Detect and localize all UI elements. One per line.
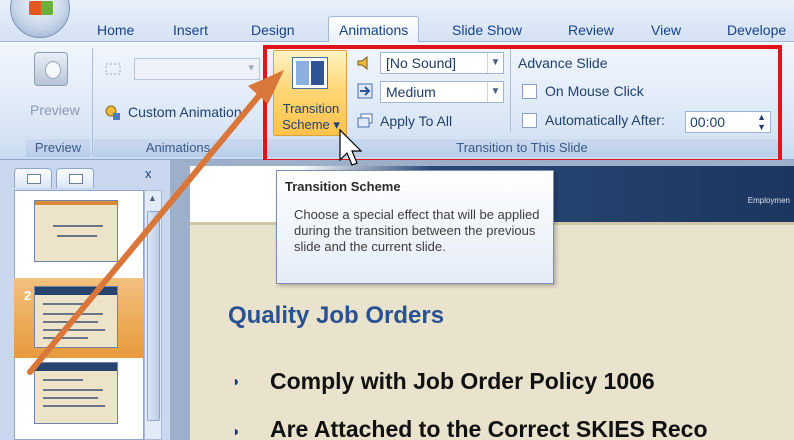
slide-bullet-1: Comply with Job Order Policy 1006 [270, 368, 655, 394]
ribbon-tab-bar: Home Insert Design Animations Slide Show… [0, 0, 794, 43]
scrollbar-thumb[interactable] [147, 211, 160, 421]
animate-dropdown[interactable] [134, 58, 260, 80]
preview-group-label: Preview [26, 139, 90, 157]
tab-outline[interactable] [56, 168, 94, 188]
tab-developer[interactable]: Develope [727, 18, 786, 42]
tab-review[interactable]: Review [568, 18, 614, 42]
tab-view[interactable]: View [651, 18, 681, 42]
bullet-icon: ◗ [232, 373, 241, 389]
animate-icon [105, 63, 121, 75]
slide-bullet-2: Are Attached to the Correct SKIES Reco [270, 416, 708, 440]
office-logo-icon [29, 1, 53, 15]
pane-tabs [14, 168, 164, 188]
slide-thumbnail-2[interactable] [34, 286, 118, 348]
tab-animations[interactable]: Animations [328, 16, 420, 43]
slide-number-2: 2 [24, 288, 32, 303]
outline-tab-icon [69, 174, 83, 184]
custom-animation-button[interactable]: Custom Animation [128, 104, 242, 120]
custom-animation-icon [105, 105, 120, 120]
tab-slide-show[interactable]: Slide Show [452, 18, 522, 42]
scroll-up-icon[interactable]: ▲ [148, 193, 159, 205]
tooltip-body: Choose a special effect that will be app… [294, 207, 540, 254]
slide-number-3: 3 [24, 370, 32, 385]
preview-icon[interactable] [34, 52, 68, 86]
tab-design[interactable]: Design [251, 18, 295, 42]
office-button[interactable] [10, 0, 70, 38]
tab-home[interactable]: Home [97, 18, 134, 42]
bullet-icon: ◗ [232, 423, 241, 439]
highlight-box [263, 45, 782, 163]
slide-thumbnail-3[interactable] [34, 362, 118, 424]
thumbnail-scrollbar[interactable]: ▲ [144, 190, 162, 440]
preview-button-label[interactable]: Preview [30, 102, 80, 118]
tooltip-title: Transition Scheme [285, 179, 401, 194]
slide-thumbnail-1[interactable] [34, 200, 118, 262]
animations-group-label: Animations [94, 139, 262, 157]
tooltip-transition-scheme: Transition Scheme Choose a special effec… [276, 170, 554, 284]
slides-tab-icon [27, 174, 41, 184]
close-pane-button[interactable]: x [145, 166, 152, 181]
slide-header-text: Employmen [747, 196, 790, 205]
group-separator [92, 48, 93, 156]
tab-insert[interactable]: Insert [173, 18, 208, 42]
slide-number-1: 1 [24, 210, 32, 225]
tab-slides[interactable] [14, 168, 52, 188]
slides-pane: x 1 2 3 ▲ [0, 160, 170, 440]
slide-title: Quality Job Orders [228, 302, 445, 329]
